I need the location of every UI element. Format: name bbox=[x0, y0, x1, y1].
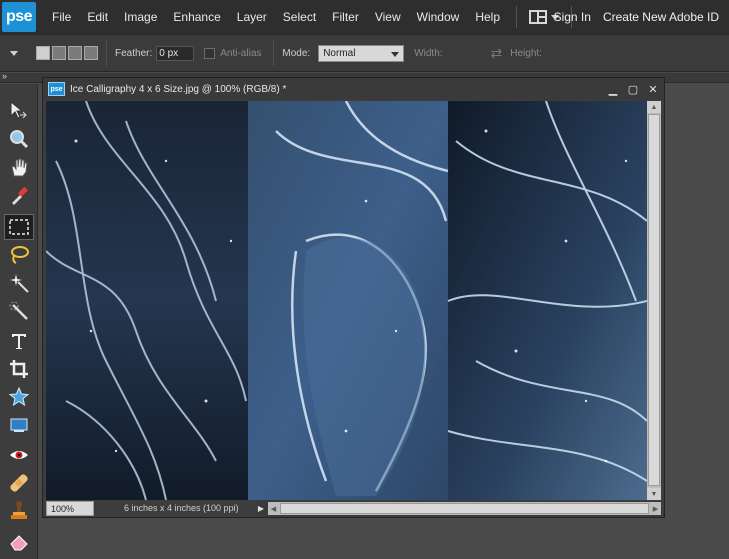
menu-help[interactable]: Help bbox=[467, 10, 508, 24]
clone-stamp-tool-icon bbox=[11, 501, 27, 519]
options-divider bbox=[273, 40, 275, 66]
height-label: Height: bbox=[510, 47, 542, 59]
image-canvas[interactable] bbox=[46, 101, 647, 500]
status-menu-arrow-icon[interactable]: ▶ bbox=[256, 504, 266, 513]
zoom-field[interactable]: 100% bbox=[46, 501, 94, 516]
chevron-down-icon bbox=[391, 51, 400, 57]
clone-stamp-tool[interactable] bbox=[4, 498, 34, 524]
eraser-tool-icon bbox=[10, 535, 28, 551]
mode-label: Mode: bbox=[282, 47, 311, 59]
red-eye-tool-icon bbox=[10, 451, 28, 459]
scroll-down-icon[interactable]: ▼ bbox=[647, 488, 661, 500]
menu-filter[interactable]: Filter bbox=[324, 10, 367, 24]
lasso-tool-icon bbox=[11, 246, 29, 264]
mode-select-value: Normal bbox=[323, 47, 356, 59]
app-logo: pse bbox=[2, 2, 36, 32]
menu-view[interactable]: View bbox=[367, 10, 409, 24]
rectangular-marquee-tool[interactable] bbox=[4, 214, 34, 240]
subtract-from-selection-icon[interactable] bbox=[68, 46, 82, 60]
crop-tool[interactable] bbox=[4, 356, 34, 382]
scroll-left-icon[interactable]: ◀ bbox=[268, 502, 279, 515]
horizontal-scrollbar[interactable]: ◀ ▶ bbox=[268, 502, 661, 515]
move-tool[interactable] bbox=[4, 98, 34, 124]
add-to-selection-icon[interactable] bbox=[52, 46, 66, 60]
sign-in-link[interactable]: Sign In bbox=[548, 10, 597, 24]
magic-wand-tool[interactable] bbox=[4, 270, 34, 296]
ice-photo bbox=[46, 101, 647, 500]
menu-layer[interactable]: Layer bbox=[229, 10, 275, 24]
type-tool-icon bbox=[12, 334, 26, 349]
new-selection-icon[interactable] bbox=[36, 46, 50, 60]
toolbox bbox=[0, 84, 38, 559]
cookie-cutter-tool-icon bbox=[8, 386, 30, 407]
quick-selection-tool-icon bbox=[9, 301, 28, 320]
eraser-tool[interactable] bbox=[4, 528, 34, 554]
cookie-cutter-tool[interactable] bbox=[4, 384, 34, 410]
maximize-icon[interactable]: ▢ bbox=[628, 84, 638, 96]
options-divider bbox=[106, 40, 107, 66]
scroll-up-icon[interactable]: ▲ bbox=[647, 101, 661, 113]
document-app-icon: pse bbox=[48, 82, 65, 96]
menu-bar: pse File Edit Image Enhance Layer Select… bbox=[0, 0, 729, 34]
hand-tool-icon bbox=[11, 158, 28, 177]
status-bar: 100% 6 inches x 4 inches (100 ppi) ▶ ◀ ▶ bbox=[46, 501, 661, 516]
document-title-bar[interactable]: pse Ice Calligraphy 4 x 6 Size.jpg @ 100… bbox=[43, 78, 664, 100]
intersect-selection-icon[interactable] bbox=[84, 46, 98, 60]
tool-options-bar: Feather: Anti-alias Mode: Normal Width: … bbox=[0, 34, 729, 72]
crop-tool-icon bbox=[10, 360, 28, 378]
hand-tool[interactable] bbox=[4, 154, 34, 180]
anti-alias-label: Anti-alias bbox=[220, 47, 262, 59]
straighten-tool-icon bbox=[10, 418, 28, 432]
lasso-tool[interactable] bbox=[4, 242, 34, 268]
magic-wand-tool-icon bbox=[10, 274, 29, 293]
menu-window[interactable]: Window bbox=[409, 10, 468, 24]
selection-mode-group bbox=[36, 46, 98, 60]
eyedropper-tool-icon bbox=[12, 186, 28, 205]
rectangular-marquee-tool-icon bbox=[9, 219, 29, 235]
mode-select[interactable]: Normal bbox=[318, 44, 405, 62]
menu-image[interactable]: Image bbox=[116, 10, 165, 24]
swap-width-height-icon[interactable]: ⇄ bbox=[491, 45, 503, 62]
arrange-layout-icon bbox=[529, 10, 547, 24]
width-label: Width: bbox=[414, 47, 443, 59]
main-menu: File Edit Image Enhance Layer Select Fil… bbox=[44, 10, 508, 24]
type-tool[interactable] bbox=[4, 328, 34, 354]
healing-brush-tool[interactable] bbox=[4, 470, 34, 496]
horizontal-scroll-thumb[interactable] bbox=[280, 503, 649, 514]
close-icon[interactable]: ✕ bbox=[648, 84, 658, 96]
document-size-info: 6 inches x 4 inches (100 ppi) bbox=[94, 501, 256, 516]
zoom-tool[interactable] bbox=[4, 126, 34, 152]
minimize-icon[interactable]: ▁ bbox=[608, 84, 618, 96]
tool-preset-dropdown-icon[interactable] bbox=[10, 50, 18, 56]
eyedropper-tool[interactable] bbox=[4, 182, 34, 208]
healing-brush-tool-icon bbox=[10, 474, 28, 492]
document-title: Ice Calligraphy 4 x 6 Size.jpg @ 100% (R… bbox=[70, 83, 287, 95]
feather-input[interactable] bbox=[156, 45, 195, 61]
red-eye-tool[interactable] bbox=[4, 442, 34, 468]
zoom-tool-icon bbox=[10, 130, 29, 149]
scroll-right-icon[interactable]: ▶ bbox=[650, 502, 661, 515]
menu-enhance[interactable]: Enhance bbox=[165, 10, 228, 24]
anti-alias-checkbox[interactable] bbox=[204, 47, 216, 59]
menu-edit[interactable]: Edit bbox=[79, 10, 116, 24]
menu-file[interactable]: File bbox=[44, 10, 79, 24]
document-window: pse Ice Calligraphy 4 x 6 Size.jpg @ 100… bbox=[42, 77, 665, 518]
create-adobe-id-link[interactable]: Create New Adobe ID bbox=[597, 10, 725, 24]
expand-panel-icon[interactable]: » bbox=[2, 71, 7, 81]
feather-label: Feather: bbox=[115, 47, 153, 59]
vertical-scrollbar[interactable]: ▲ ▼ bbox=[647, 101, 661, 500]
straighten-tool[interactable] bbox=[4, 412, 34, 438]
quick-selection-tool[interactable] bbox=[4, 298, 34, 324]
vertical-scroll-thumb[interactable] bbox=[648, 114, 660, 486]
menu-divider bbox=[516, 6, 517, 28]
move-tool-icon bbox=[10, 100, 27, 119]
menu-select[interactable]: Select bbox=[275, 10, 324, 24]
